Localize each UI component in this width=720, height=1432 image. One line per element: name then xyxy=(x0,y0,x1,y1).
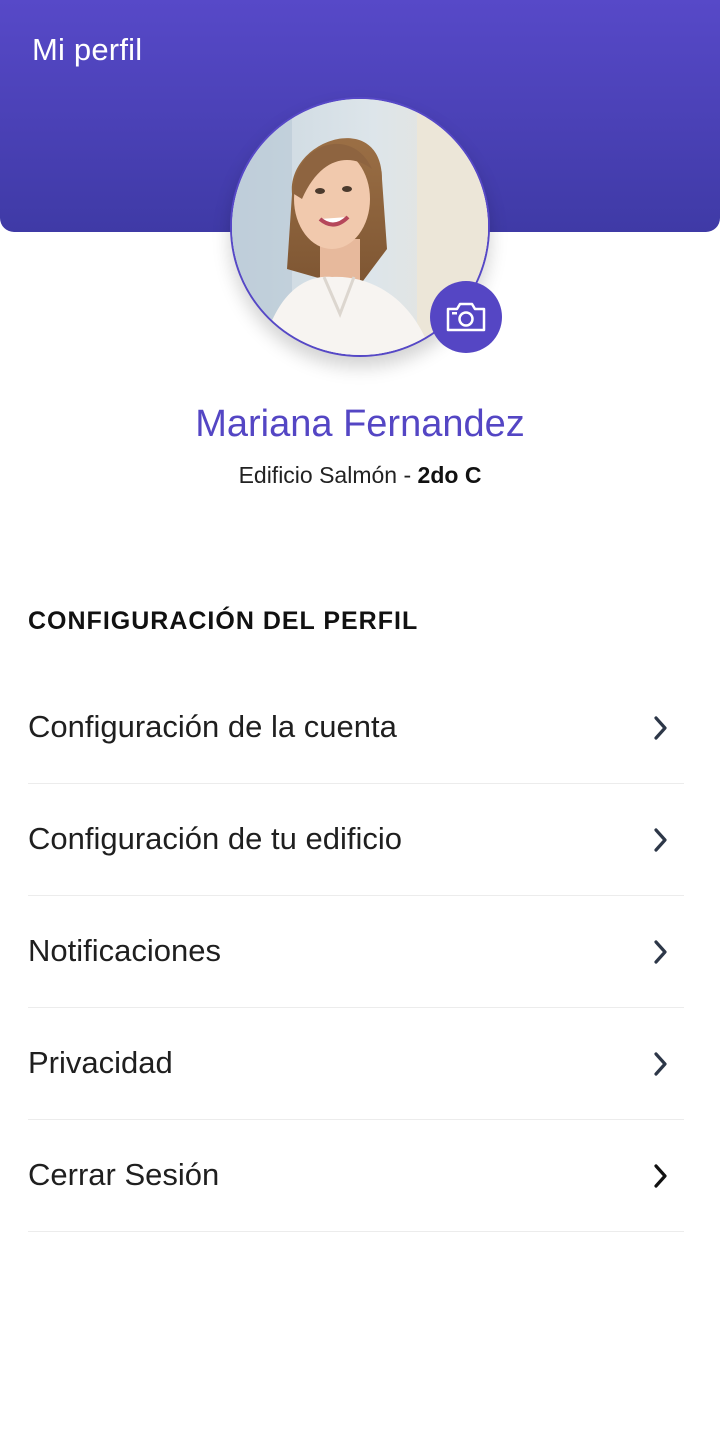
chevron-right-icon xyxy=(654,1051,667,1076)
chevron-right-icon xyxy=(654,827,667,852)
settings-menu: Configuración de la cuenta Configuración… xyxy=(28,672,684,1232)
menu-item-notifications[interactable]: Notificaciones xyxy=(28,896,684,1008)
unit-name: 2do C xyxy=(417,462,482,488)
menu-item-account-settings[interactable]: Configuración de la cuenta xyxy=(28,672,684,784)
chevron-right-icon xyxy=(654,715,667,740)
avatar-container xyxy=(230,97,502,357)
change-photo-button[interactable] xyxy=(430,281,502,353)
page-title: Mi perfil xyxy=(32,32,143,67)
location-separator: - xyxy=(397,462,418,488)
menu-item-logout[interactable]: Cerrar Sesión xyxy=(28,1120,684,1232)
menu-item-building-settings[interactable]: Configuración de tu edificio xyxy=(28,784,684,896)
building-name: Edificio Salmón xyxy=(238,462,398,488)
chevron-right-icon xyxy=(654,1163,667,1188)
menu-item-label: Notificaciones xyxy=(28,932,221,968)
user-location: Edificio Salmón - 2do C xyxy=(0,462,720,489)
section-title: CONFIGURACIÓN DEL PERFIL xyxy=(28,607,419,635)
camera-icon xyxy=(446,302,486,332)
user-name: Mariana Fernandez xyxy=(195,403,525,445)
menu-item-privacy[interactable]: Privacidad xyxy=(28,1008,684,1120)
menu-item-label: Configuración de la cuenta xyxy=(28,708,397,744)
menu-item-label: Cerrar Sesión xyxy=(28,1156,220,1192)
chevron-right-icon xyxy=(654,939,667,964)
profile-screen: Mi perfil Mariana Fernandez Edificio Sal… xyxy=(0,0,720,1432)
menu-item-label: Configuración de tu edificio xyxy=(28,820,402,856)
menu-item-label: Privacidad xyxy=(28,1044,173,1080)
